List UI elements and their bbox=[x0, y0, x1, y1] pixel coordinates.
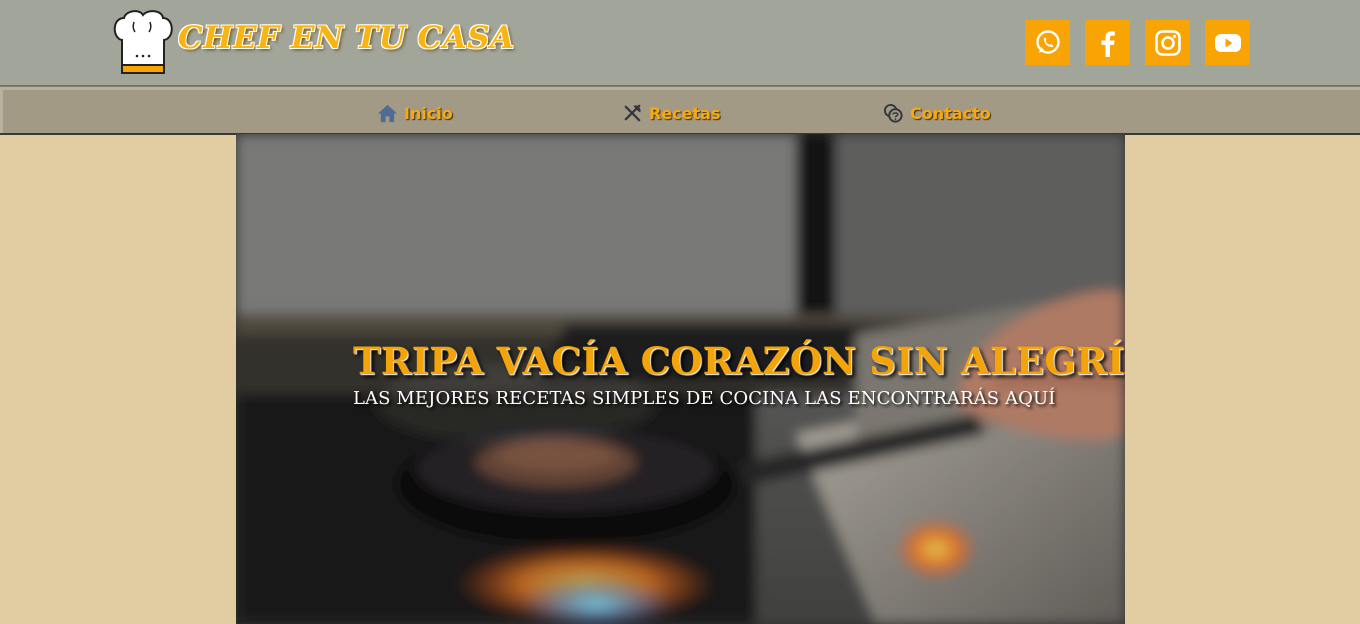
contact-chat-icon bbox=[883, 103, 904, 124]
nav-label-inicio: Inicio bbox=[404, 103, 453, 123]
youtube-icon[interactable] bbox=[1205, 20, 1250, 65]
home-icon bbox=[377, 103, 398, 124]
nav-label-recetas: Recetas bbox=[649, 103, 721, 123]
nav-item-contacto[interactable]: Contacto bbox=[883, 100, 991, 126]
nav-item-inicio[interactable]: Inicio bbox=[377, 100, 453, 126]
nav-label-contacto: Contacto bbox=[910, 103, 991, 123]
whatsapp-icon[interactable] bbox=[1025, 20, 1070, 65]
utensils-icon bbox=[622, 103, 643, 124]
chef-hat-icon[interactable] bbox=[112, 10, 174, 76]
hero-title: TRIPA VACÍA CORAZÓN SIN ALEGRÍA bbox=[353, 339, 1125, 383]
nav-item-recetas[interactable]: Recetas bbox=[622, 100, 720, 126]
instagram-icon[interactable] bbox=[1145, 20, 1190, 65]
hero-banner: TRIPA VACÍA CORAZÓN SIN ALEGRÍA LAS MEJO… bbox=[236, 134, 1125, 624]
hero-subtitle: LAS MEJORES RECETAS SIMPLES DE COCINA LA… bbox=[353, 388, 1056, 409]
facebook-icon[interactable] bbox=[1085, 20, 1130, 65]
site-header: CHEF EN TU CASA bbox=[0, 0, 1360, 86]
main-navigation: Inicio Recetas Contacto bbox=[0, 86, 1360, 135]
site-brand-name[interactable]: CHEF EN TU CASA bbox=[178, 20, 515, 56]
